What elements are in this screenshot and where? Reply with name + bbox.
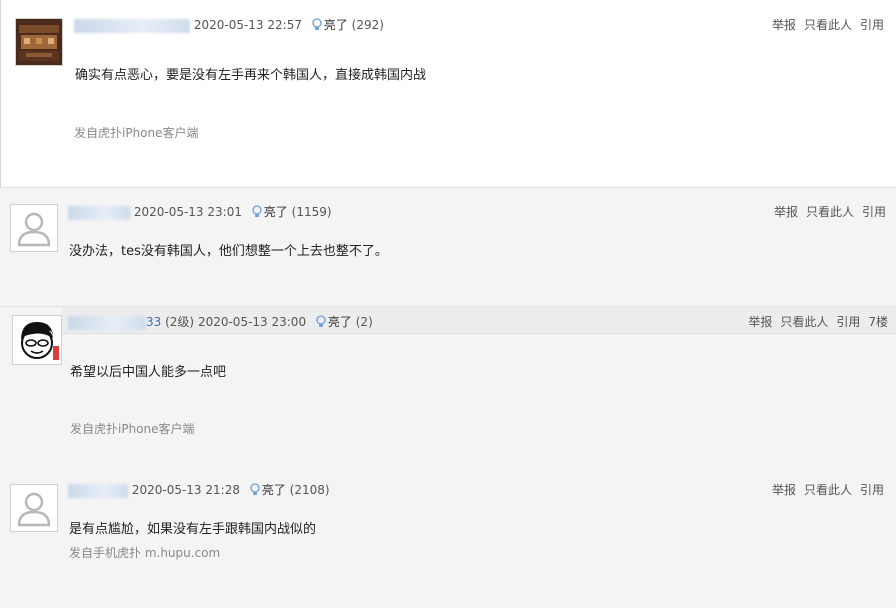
lightbulb-icon[interactable] [312, 18, 322, 31]
username-tail[interactable]: 33 [146, 315, 161, 329]
post-actions: 举报 只看此人 引用 7楼 [740, 313, 888, 330]
post-content: 是有点尴尬，如果没有左手跟韩国内战似的 [69, 522, 317, 537]
post-actions: 举报 只看此人 引用 [764, 16, 884, 33]
username-link[interactable] [68, 205, 130, 220]
reply-post-4: 2020-05-13 21:28 亮了 (2108) 举报 只看此人 引用 是有点尴… [0, 470, 896, 608]
user-avatar[interactable] [10, 204, 58, 252]
username-link[interactable] [68, 315, 146, 330]
report-link[interactable]: 举报 [772, 483, 796, 497]
only-this-user-link[interactable]: 只看此人 [806, 205, 854, 219]
post-time: 2020-05-13 21:28 [131, 483, 240, 497]
report-link[interactable]: 举报 [772, 18, 796, 32]
reply-post-1: 2020-05-13 22:57 亮了 (292) 举报 只看此人 引用 确实有点恶… [0, 0, 896, 187]
report-link[interactable]: 举报 [774, 205, 798, 219]
user-avatar[interactable] [15, 18, 63, 66]
light-button[interactable]: 亮了 [328, 315, 352, 329]
reply-post-3: 33 (2级) 2020-05-13 23:00 亮了 (2) 举报 只看此人 引用… [0, 307, 896, 470]
light-count: (2108) [289, 483, 330, 497]
post-meta: 2020-05-13 22:57 亮了 (292) [74, 16, 384, 33]
only-this-user-link[interactable]: 只看此人 [780, 315, 828, 329]
quote-link[interactable]: 引用 [860, 18, 884, 32]
lightbulb-icon[interactable] [316, 315, 326, 328]
default-avatar-icon [11, 485, 57, 531]
only-this-user-link[interactable]: 只看此人 [804, 18, 852, 32]
post-meta: 2020-05-13 21:28 亮了 (2108) [68, 481, 330, 498]
light-button[interactable]: 亮了 [324, 18, 348, 32]
post-source: 发自手机虎扑 m.hupu.com [69, 546, 221, 560]
light-button[interactable]: 亮了 [262, 483, 286, 497]
post-time: 2020-05-13 23:01 [133, 205, 242, 219]
post-time: 2020-05-13 22:57 [193, 18, 302, 32]
username-link[interactable] [74, 18, 190, 33]
post-meta: 33 (2级) 2020-05-13 23:00 亮了 (2) [68, 313, 373, 330]
post-source: 发自虎扑iPhone客户端 [74, 126, 199, 140]
floor-number: 7楼 [868, 315, 888, 329]
only-this-user-link[interactable]: 只看此人 [804, 483, 852, 497]
username-link[interactable] [68, 483, 128, 498]
reply-post-2: 2020-05-13 23:01 亮了 (1159) 举报 只看此人 引用 没办法，… [0, 188, 896, 306]
light-count: (1159) [291, 205, 332, 219]
post-time: 2020-05-13 23:00 [197, 315, 307, 329]
user-avatar[interactable] [12, 315, 62, 365]
light-count: (2) [355, 315, 373, 329]
post-actions: 举报 只看此人 引用 [764, 481, 884, 498]
post-content: 确实有点恶心，要是没有左手再来个韩国人，直接成韩国内战 [75, 68, 427, 83]
light-count: (292) [351, 18, 384, 32]
painting-avatar-icon [16, 19, 62, 65]
cartoon-face-avatar-icon [13, 316, 61, 364]
lightbulb-icon[interactable] [252, 205, 262, 218]
user-level: (2级) [165, 315, 195, 329]
lightbulb-icon[interactable] [250, 483, 260, 496]
post-meta: 2020-05-13 23:01 亮了 (1159) [68, 203, 332, 220]
quote-link[interactable]: 引用 [836, 315, 860, 329]
user-avatar[interactable] [10, 484, 58, 532]
quote-link[interactable]: 引用 [862, 205, 886, 219]
light-button[interactable]: 亮了 [264, 205, 288, 219]
post-actions: 举报 只看此人 引用 [766, 203, 886, 220]
post-content: 希望以后中国人能多一点吧 [70, 365, 227, 380]
post-content: 没办法，tes没有韩国人，他们想整一个上去也整不了。 [69, 244, 388, 259]
post-source: 发自虎扑iPhone客户端 [70, 422, 195, 436]
default-avatar-icon [11, 205, 57, 251]
quote-link[interactable]: 引用 [860, 483, 884, 497]
report-link[interactable]: 举报 [748, 315, 772, 329]
